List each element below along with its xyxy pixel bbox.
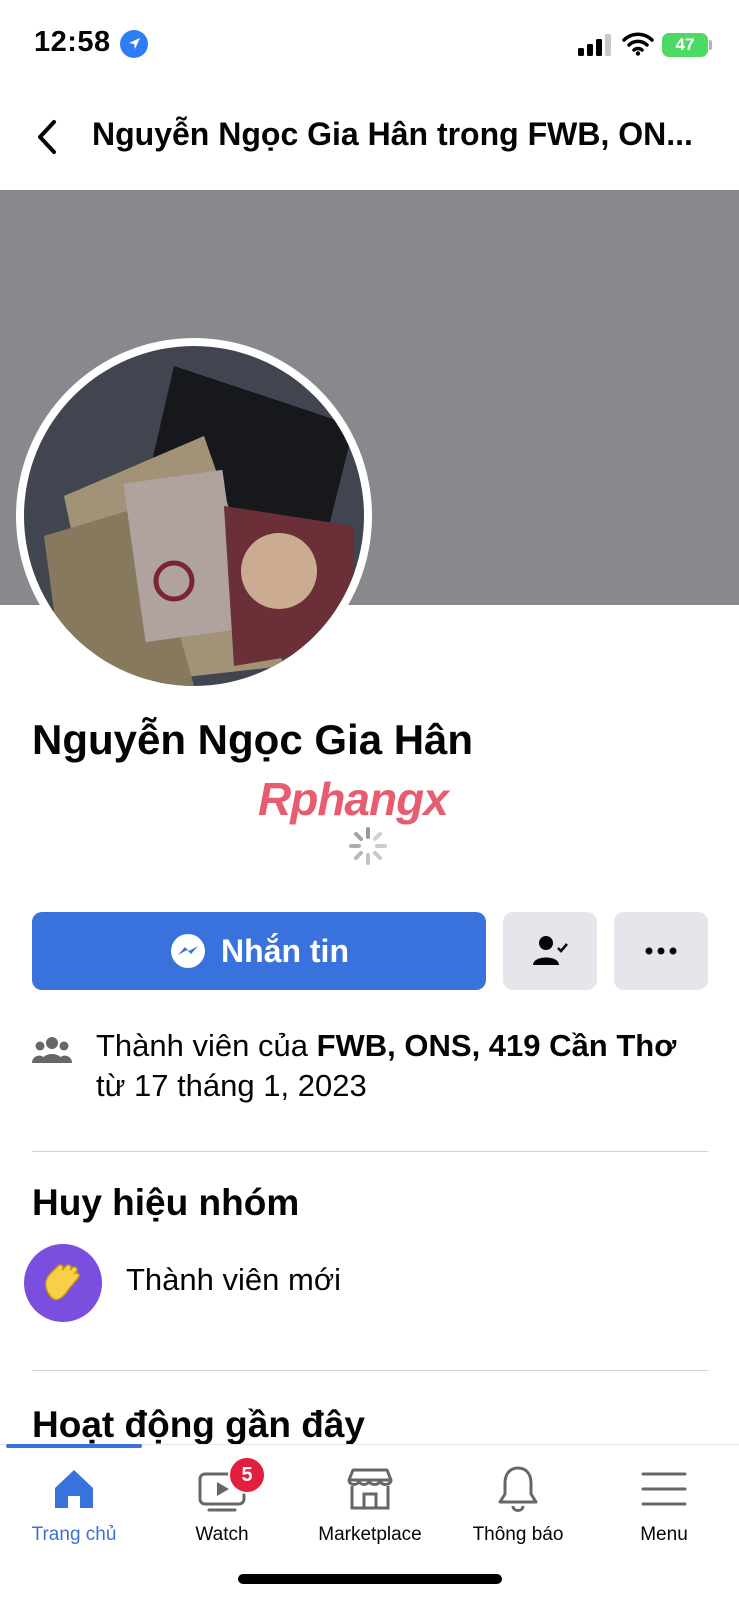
status-time: 12:58 xyxy=(34,26,111,58)
person-check-icon xyxy=(533,936,568,965)
battery-indicator: 47 xyxy=(662,33,708,57)
tab-marketplace[interactable]: Marketplace xyxy=(296,1462,444,1546)
tab-marketplace-label: Marketplace xyxy=(318,1524,422,1545)
profile-name: Nguyễn Ngọc Gia Hân xyxy=(32,716,474,763)
tab-menu-label: Menu xyxy=(640,1524,688,1545)
membership-since: từ 17 tháng 1, 2023 xyxy=(96,1068,367,1103)
group-members-icon xyxy=(32,1037,72,1063)
location-arrow-icon xyxy=(120,30,148,58)
more-dots-icon xyxy=(645,947,677,955)
wifi-icon xyxy=(622,32,654,56)
back-icon[interactable] xyxy=(32,118,64,156)
tab-menu[interactable]: Menu xyxy=(590,1462,738,1546)
message-button-label: Nhắn tin xyxy=(221,932,349,969)
section-divider xyxy=(32,1370,708,1371)
message-button[interactable]: Nhắn tin xyxy=(32,912,486,990)
watermark-text: Rphangx xyxy=(258,773,449,825)
tab-watch[interactable]: Watch xyxy=(148,1462,296,1546)
home-icon xyxy=(55,1470,93,1508)
membership-group-name[interactable]: FWB, ONS, 419 Cần Thơ xyxy=(317,1028,677,1063)
badges-heading: Huy hiệu nhóm xyxy=(32,1182,300,1223)
menu-icon xyxy=(641,1472,687,1506)
profile-avatar[interactable] xyxy=(24,346,364,686)
membership-prefix: Thành viên của xyxy=(96,1028,317,1063)
battery-tip xyxy=(709,40,712,50)
loading-spinner-icon xyxy=(349,827,387,865)
recent-activity-heading: Hoạt động gần đây xyxy=(32,1404,365,1445)
messenger-icon xyxy=(171,934,205,968)
more-options-button[interactable] xyxy=(614,912,708,990)
tab-home-label: Trang chủ xyxy=(31,1524,117,1545)
page-title: Nguyễn Ngọc Gia Hân trong FWB, ON... xyxy=(92,116,693,152)
badge-label: Thành viên mới xyxy=(126,1262,342,1297)
bell-icon xyxy=(498,1466,538,1512)
waving-hand-icon[interactable] xyxy=(24,1244,102,1322)
cellular-signal-icon xyxy=(578,34,611,56)
tab-watch-label: Watch xyxy=(195,1524,249,1545)
tab-home[interactable]: Trang chủ xyxy=(0,1462,148,1546)
tab-notifications[interactable]: Thông báo xyxy=(444,1462,592,1546)
marketplace-icon xyxy=(347,1468,393,1510)
active-tab-indicator xyxy=(6,1444,142,1448)
section-divider xyxy=(32,1151,708,1152)
watch-notification-badge: 5 xyxy=(228,1456,266,1494)
tab-notifications-label: Thông báo xyxy=(472,1524,564,1545)
friend-status-button[interactable] xyxy=(503,912,597,990)
membership-info: Thành viên của FWB, ONS, 419 Cần Thơ từ … xyxy=(96,1026,716,1106)
home-indicator xyxy=(238,1574,502,1584)
